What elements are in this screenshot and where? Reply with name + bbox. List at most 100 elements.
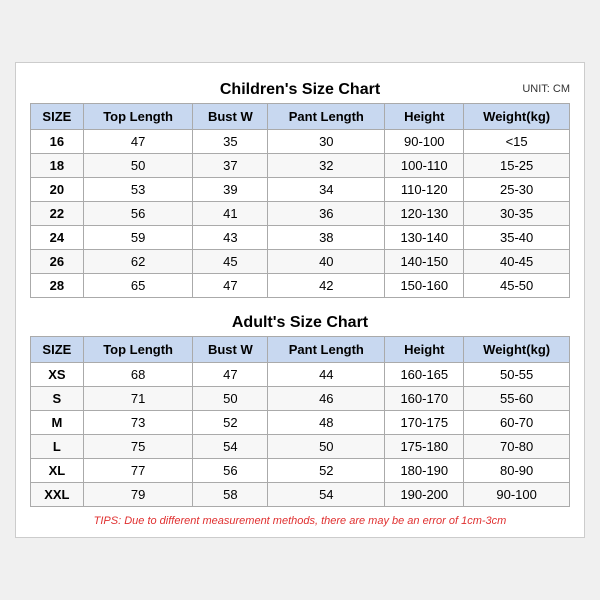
table-cell: 42 (268, 274, 385, 298)
adults-header-row: SIZETop LengthBust WPant LengthHeightWei… (31, 337, 570, 363)
children-col-header: SIZE (31, 104, 84, 130)
table-cell: 70-80 (464, 435, 570, 459)
table-cell: 79 (83, 483, 193, 507)
table-cell: 18 (31, 154, 84, 178)
table-cell: 100-110 (385, 154, 464, 178)
table-cell: 140-150 (385, 250, 464, 274)
table-cell: 59 (83, 226, 193, 250)
table-cell: 16 (31, 130, 84, 154)
table-cell: 50 (193, 387, 268, 411)
table-row: S715046160-17055-60 (31, 387, 570, 411)
table-cell: 25-30 (464, 178, 570, 202)
table-row: XXL795854190-20090-100 (31, 483, 570, 507)
table-cell: 71 (83, 387, 193, 411)
adults-table: SIZETop LengthBust WPant LengthHeightWei… (30, 336, 570, 507)
table-cell: XS (31, 363, 84, 387)
table-cell: 190-200 (385, 483, 464, 507)
adults-col-header: Height (385, 337, 464, 363)
table-cell: 62 (83, 250, 193, 274)
table-cell: 68 (83, 363, 193, 387)
table-cell: 30-35 (464, 202, 570, 226)
children-table: SIZETop LengthBust WPant LengthHeightWei… (30, 103, 570, 298)
table-cell: <15 (464, 130, 570, 154)
table-cell: 130-140 (385, 226, 464, 250)
table-row: XL775652180-19080-90 (31, 459, 570, 483)
table-cell: 47 (193, 274, 268, 298)
table-cell: 22 (31, 202, 84, 226)
table-cell: 110-120 (385, 178, 464, 202)
table-cell: 46 (268, 387, 385, 411)
table-cell: 35 (193, 130, 268, 154)
table-cell: 20 (31, 178, 84, 202)
table-cell: 50 (268, 435, 385, 459)
table-cell: 45-50 (464, 274, 570, 298)
table-cell: 47 (193, 363, 268, 387)
table-cell: 60-70 (464, 411, 570, 435)
table-cell: 15-25 (464, 154, 570, 178)
chart-container: Children's Size Chart UNIT: CM SIZETop L… (15, 62, 585, 538)
table-cell: 55-60 (464, 387, 570, 411)
table-cell: 40-45 (464, 250, 570, 274)
table-row: 20533934110-12025-30 (31, 178, 570, 202)
table-cell: 37 (193, 154, 268, 178)
table-cell: 75 (83, 435, 193, 459)
table-cell: 54 (268, 483, 385, 507)
table-row: 18503732100-11015-25 (31, 154, 570, 178)
table-row: 22564136120-13030-35 (31, 202, 570, 226)
table-cell: 45 (193, 250, 268, 274)
table-cell: 65 (83, 274, 193, 298)
table-cell: 120-130 (385, 202, 464, 226)
table-cell: 80-90 (464, 459, 570, 483)
table-cell: 150-160 (385, 274, 464, 298)
table-cell: L (31, 435, 84, 459)
children-col-header: Weight(kg) (464, 104, 570, 130)
children-col-header: Bust W (193, 104, 268, 130)
table-cell: 90-100 (385, 130, 464, 154)
children-col-header: Top Length (83, 104, 193, 130)
table-cell: 50 (83, 154, 193, 178)
table-cell: 56 (193, 459, 268, 483)
table-cell: XXL (31, 483, 84, 507)
table-cell: 53 (83, 178, 193, 202)
table-cell: 160-165 (385, 363, 464, 387)
table-cell: 39 (193, 178, 268, 202)
tips-text: TIPS: Due to different measurement metho… (30, 515, 570, 527)
table-cell: 50-55 (464, 363, 570, 387)
table-cell: 160-170 (385, 387, 464, 411)
children-title: Children's Size Chart (220, 81, 380, 98)
table-cell: 175-180 (385, 435, 464, 459)
table-cell: 170-175 (385, 411, 464, 435)
table-cell: 73 (83, 411, 193, 435)
table-cell: 24 (31, 226, 84, 250)
table-row: M735248170-17560-70 (31, 411, 570, 435)
table-cell: 47 (83, 130, 193, 154)
table-cell: 77 (83, 459, 193, 483)
table-row: 24594338130-14035-40 (31, 226, 570, 250)
children-section-header: Children's Size Chart UNIT: CM (30, 75, 570, 103)
table-cell: 180-190 (385, 459, 464, 483)
table-row: 28654742150-16045-50 (31, 274, 570, 298)
table-cell: 56 (83, 202, 193, 226)
children-col-header: Height (385, 104, 464, 130)
adults-col-header: Top Length (83, 337, 193, 363)
adults-col-header: Bust W (193, 337, 268, 363)
table-cell: 34 (268, 178, 385, 202)
table-cell: 36 (268, 202, 385, 226)
table-cell: XL (31, 459, 84, 483)
table-row: L755450175-18070-80 (31, 435, 570, 459)
table-cell: 48 (268, 411, 385, 435)
adults-col-header: Weight(kg) (464, 337, 570, 363)
table-cell: 28 (31, 274, 84, 298)
table-cell: 52 (193, 411, 268, 435)
adults-title: Adult's Size Chart (232, 314, 368, 331)
table-cell: 52 (268, 459, 385, 483)
table-cell: 26 (31, 250, 84, 274)
table-row: 1647353090-100<15 (31, 130, 570, 154)
table-cell: 32 (268, 154, 385, 178)
table-cell: 90-100 (464, 483, 570, 507)
table-cell: 35-40 (464, 226, 570, 250)
table-row: 26624540140-15040-45 (31, 250, 570, 274)
table-cell: 40 (268, 250, 385, 274)
adults-section-header: Adult's Size Chart (30, 308, 570, 336)
table-cell: 43 (193, 226, 268, 250)
